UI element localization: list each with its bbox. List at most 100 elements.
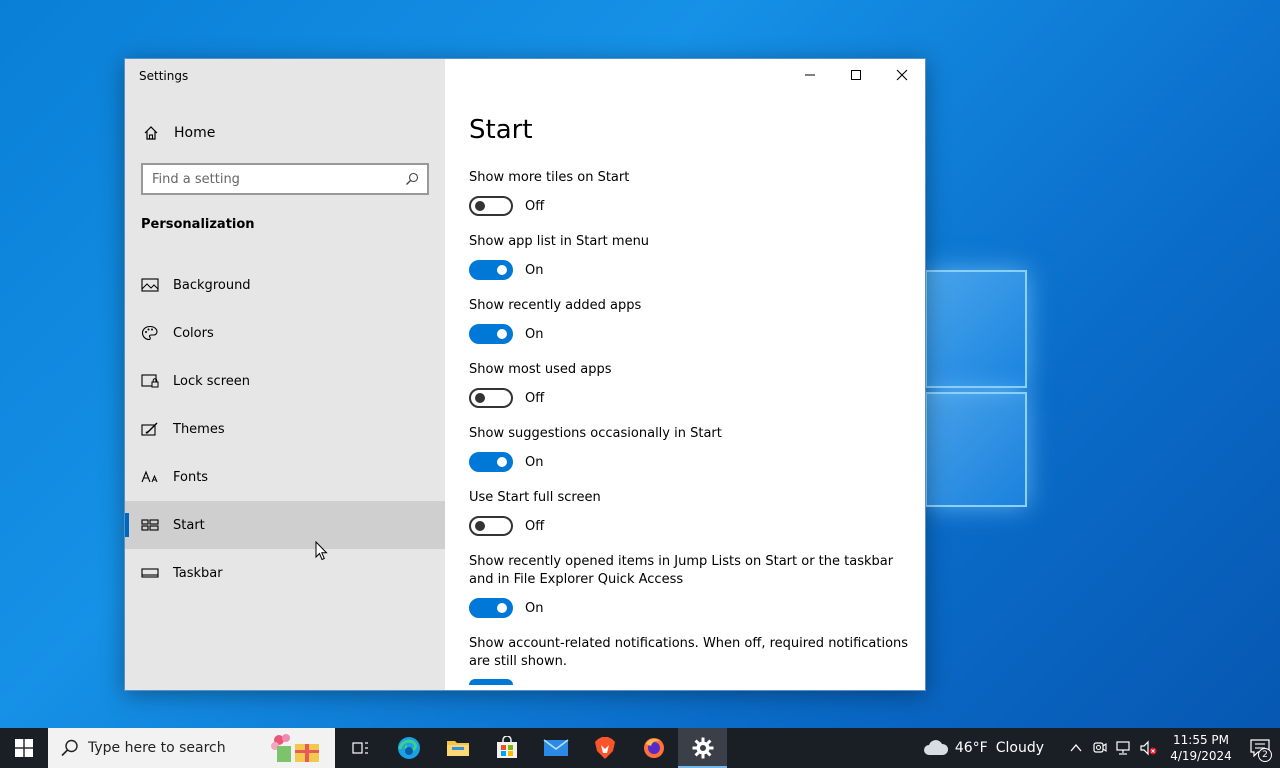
toggle-state-label: On xyxy=(525,454,544,470)
edge-button[interactable] xyxy=(384,728,433,768)
search-icon[interactable] xyxy=(405,172,419,186)
desktop-windows-logo xyxy=(925,270,1030,510)
home-nav-item[interactable]: Home xyxy=(125,119,445,147)
sidebar-item-label: Taskbar xyxy=(173,565,223,581)
setting-show-most-used: Show most used apps Off xyxy=(469,361,909,408)
toggle-state-label: On xyxy=(525,326,544,342)
setting-label: Show more tiles on Start xyxy=(469,170,630,185)
brave-browser-button[interactable] xyxy=(580,728,629,768)
toggle-state-label: Off xyxy=(525,198,545,214)
setting-label: Show suggestions occasionally in Start xyxy=(469,426,722,441)
content-pane: Start Show more tiles on Start Off Show … xyxy=(445,59,925,690)
sidebar-item-colors[interactable]: Colors xyxy=(125,309,445,357)
setting-label: Show recently opened items in Jump Lists… xyxy=(469,554,894,587)
start-button[interactable] xyxy=(0,728,48,768)
meet-now-button[interactable] xyxy=(1088,728,1112,768)
toggle-account-notifications[interactable] xyxy=(469,679,513,685)
lock-screen-icon xyxy=(141,374,159,388)
weather-widget[interactable]: 46°F Cloudy xyxy=(923,739,1044,757)
maximize-icon xyxy=(851,70,861,80)
sidebar-item-label: Colors xyxy=(173,325,214,341)
maximize-button[interactable] xyxy=(833,59,879,91)
toggle-state-label: Off xyxy=(525,518,545,534)
settings-window: Settings Home Personalization Backg xyxy=(124,58,926,691)
sidebar-item-label: Start xyxy=(173,517,205,533)
sidebar: Settings Home Personalization Backg xyxy=(125,59,445,690)
toggle-show-suggestions[interactable] xyxy=(469,452,513,472)
weather-temperature: 46°F xyxy=(954,740,988,756)
toggle-show-most-used[interactable] xyxy=(469,388,513,408)
setting-show-more-tiles: Show more tiles on Start Off xyxy=(469,169,909,216)
task-view-icon xyxy=(351,742,368,754)
start-icon xyxy=(141,519,159,531)
firefox-button[interactable] xyxy=(629,728,678,768)
toggle-show-more-tiles[interactable] xyxy=(469,196,513,216)
search-highlight-gift-icon xyxy=(271,734,319,762)
sidebar-item-background[interactable]: Background xyxy=(125,261,445,309)
fonts-icon xyxy=(141,470,158,483)
chevron-up-icon xyxy=(1070,743,1082,752)
action-center-button[interactable]: 2 xyxy=(1240,728,1280,768)
setting-label: Use Start full screen xyxy=(469,490,601,505)
section-title-personalization: Personalization xyxy=(141,217,255,232)
window-title: Settings xyxy=(139,69,189,83)
setting-full-screen: Use Start full screen Off xyxy=(469,489,909,536)
toggle-jump-lists[interactable] xyxy=(469,598,513,618)
setting-jump-lists: Show recently opened items in Jump Lists… xyxy=(469,553,909,618)
firefox-icon xyxy=(643,738,664,758)
edge-icon xyxy=(397,737,420,759)
home-icon xyxy=(144,126,158,140)
store-icon xyxy=(496,736,517,758)
sidebar-item-label: Lock screen xyxy=(173,373,250,389)
minimize-button[interactable] xyxy=(787,59,833,91)
taskbar: Type here to search 46°F Cloudy 11:55 PM… xyxy=(0,728,1280,768)
setting-label: Show most used apps xyxy=(469,362,612,377)
volume-button[interactable] xyxy=(1136,728,1160,768)
settings-app-button[interactable] xyxy=(678,728,727,768)
personalization-nav: Background Colors Lock screen Themes Fon… xyxy=(125,261,445,597)
sidebar-item-start[interactable]: Start xyxy=(125,501,445,549)
toggle-full-screen[interactable] xyxy=(469,516,513,536)
system-tray: 46°F Cloudy 11:55 PM 4/19/2024 2 xyxy=(923,728,1280,768)
sidebar-item-label: Background xyxy=(173,277,251,293)
clock[interactable]: 11:55 PM 4/19/2024 xyxy=(1162,732,1240,764)
close-icon xyxy=(896,69,908,81)
windows-logo-icon xyxy=(15,739,33,757)
show-hidden-icons-button[interactable] xyxy=(1064,728,1088,768)
start-settings-list: Show more tiles on Start Off Show app li… xyxy=(469,169,909,690)
sidebar-item-lock-screen[interactable]: Lock screen xyxy=(125,357,445,405)
sidebar-item-taskbar[interactable]: Taskbar xyxy=(125,549,445,597)
find-setting-input[interactable] xyxy=(143,165,405,193)
find-setting-search[interactable] xyxy=(141,163,429,195)
close-button[interactable] xyxy=(879,59,925,91)
cloud-icon xyxy=(923,740,948,755)
webcam-icon xyxy=(1093,742,1107,753)
mouse-cursor-icon xyxy=(315,541,328,561)
sidebar-item-fonts[interactable]: Fonts xyxy=(125,453,445,501)
toggle-show-app-list[interactable] xyxy=(469,260,513,280)
themes-icon xyxy=(141,422,158,436)
task-view-button[interactable] xyxy=(335,728,384,768)
volume-muted-icon xyxy=(1140,740,1157,756)
microsoft-store-button[interactable] xyxy=(482,728,531,768)
caption-buttons xyxy=(787,59,925,91)
network-button[interactable] xyxy=(1112,728,1136,768)
home-label: Home xyxy=(174,125,216,141)
file-explorer-button[interactable] xyxy=(433,728,482,768)
taskbar-search-box[interactable]: Type here to search xyxy=(48,728,335,768)
taskbar-search-placeholder: Type here to search xyxy=(88,740,226,756)
setting-show-app-list: Show app list in Start menu On xyxy=(469,233,909,280)
toggle-state-label: On xyxy=(525,262,544,278)
toggle-show-recently-added[interactable] xyxy=(469,324,513,344)
toggle-state-label: On xyxy=(525,600,544,616)
taskbar-icon xyxy=(141,568,159,578)
setting-account-notifications: Show account-related notifications. When… xyxy=(469,635,909,685)
sidebar-item-label: Themes xyxy=(173,421,225,437)
setting-show-suggestions: Show suggestions occasionally in Start O… xyxy=(469,425,909,472)
mail-button[interactable] xyxy=(531,728,580,768)
clock-date: 4/19/2024 xyxy=(1170,749,1232,763)
brave-icon xyxy=(594,737,615,759)
sidebar-item-themes[interactable]: Themes xyxy=(125,405,445,453)
mail-icon xyxy=(543,739,568,756)
folder-icon xyxy=(446,741,469,756)
